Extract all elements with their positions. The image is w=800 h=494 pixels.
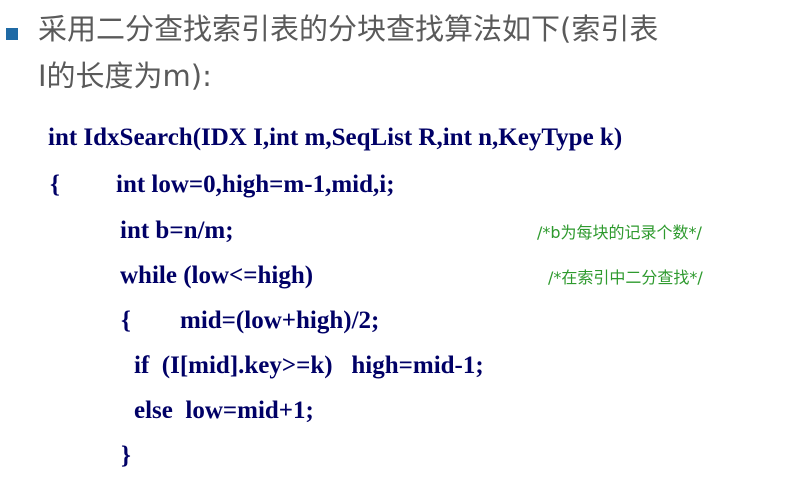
code-line-mid: mid=(low+high)/2; xyxy=(180,307,380,334)
bullet-square-icon xyxy=(6,28,18,40)
code-line-close-brace: } xyxy=(121,442,131,469)
code-line-loop-brace: { xyxy=(121,307,131,334)
heading-line-2: I的长度为m): xyxy=(38,59,212,93)
comment-block-size: /*b为每块的记录个数*/ xyxy=(537,223,702,242)
heading-line-1: 采用二分查找索引表的分块查找算法如下(索引表 xyxy=(38,12,659,46)
heading-text: 采用二分查找索引表的分块查找算法如下(索引表 I的长度为m): xyxy=(38,6,788,100)
code-line-function-signature: int IdxSearch(IDX I,int m,SeqList R,int … xyxy=(48,124,623,151)
code-line-declarations: int low=0,high=m-1,mid,i; xyxy=(116,171,395,198)
code-line-else: else low=mid+1; xyxy=(134,397,314,424)
code-line-while: while (low<=high) xyxy=(120,262,314,289)
code-line-open-brace: { xyxy=(50,171,60,198)
code-line-if: if (I[mid].key>=k) high=mid-1; xyxy=(134,352,484,379)
comment-binary-search: /*在索引中二分查找*/ xyxy=(548,268,703,287)
code-line-block-size: int b=n/m; xyxy=(120,217,234,244)
